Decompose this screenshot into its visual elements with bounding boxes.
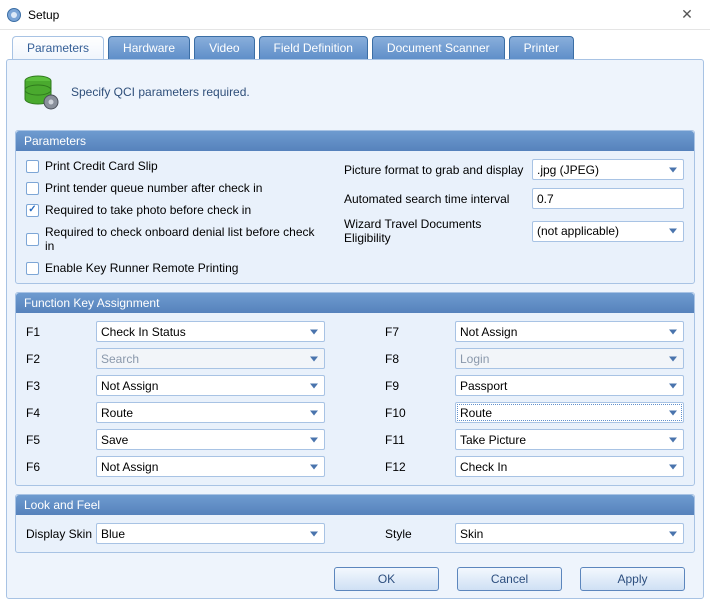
tab-strip: Parameters Hardware Video Field Definiti…: [0, 30, 710, 59]
checkbox-icon[interactable]: [26, 204, 39, 217]
dialog-button-row: OK Cancel Apply: [15, 561, 695, 597]
check-label: Required to check onboard denial list be…: [45, 225, 326, 253]
close-icon[interactable]: ✕: [672, 6, 702, 23]
fkey-label-f8: F8: [385, 352, 455, 366]
select-f7[interactable]: Not Assign: [455, 321, 684, 342]
checkbox-icon[interactable]: [26, 233, 39, 246]
section-function-keys: Function Key Assignment F1 Check In Stat…: [15, 292, 695, 486]
checkbox-icon[interactable]: [26, 160, 39, 173]
check-onboard-denial[interactable]: Required to check onboard denial list be…: [26, 225, 326, 253]
section-parameters: Parameters Print Credit Card Slip Print …: [15, 130, 695, 284]
select-display-skin[interactable]: Blue: [96, 523, 325, 544]
section-title-fkeys: Function Key Assignment: [16, 293, 694, 313]
ok-button[interactable]: OK: [334, 567, 439, 591]
section-title-parameters: Parameters: [16, 131, 694, 151]
database-icon: [21, 72, 61, 112]
check-print-credit-card-slip[interactable]: Print Credit Card Slip: [26, 159, 326, 173]
fkey-label-f3: F3: [26, 379, 96, 393]
select-f6[interactable]: Not Assign: [96, 456, 325, 477]
select-f5[interactable]: Save: [96, 429, 325, 450]
tab-video[interactable]: Video: [194, 36, 254, 59]
checkbox-icon[interactable]: [26, 262, 39, 275]
check-label: Enable Key Runner Remote Printing: [45, 261, 238, 275]
input-search-interval[interactable]: 0.7: [532, 188, 684, 209]
check-print-tender-queue[interactable]: Print tender queue number after check in: [26, 181, 326, 195]
label-display-skin: Display Skin: [26, 527, 96, 541]
fkey-label-f6: F6: [26, 460, 96, 474]
select-f4[interactable]: Route: [96, 402, 325, 423]
fkey-label-f4: F4: [26, 406, 96, 420]
cancel-button[interactable]: Cancel: [457, 567, 562, 591]
tab-field-definition[interactable]: Field Definition: [259, 36, 368, 59]
fkey-label-f2: F2: [26, 352, 96, 366]
description-text: Specify QCI parameters required.: [71, 85, 250, 99]
select-f9[interactable]: Passport: [455, 375, 684, 396]
select-f3[interactable]: Not Assign: [96, 375, 325, 396]
select-style[interactable]: Skin: [455, 523, 684, 544]
fkey-label-f12: F12: [385, 460, 455, 474]
apply-button[interactable]: Apply: [580, 567, 685, 591]
titlebar: Setup ✕: [0, 0, 710, 30]
label-search-interval: Automated search time interval: [344, 192, 524, 206]
fkey-label-f7: F7: [385, 325, 455, 339]
check-label: Required to take photo before check in: [45, 203, 251, 217]
fkey-label-f11: F11: [385, 433, 455, 447]
select-f2: Search: [96, 348, 325, 369]
label-wizard-travel-docs: Wizard Travel Documents Eligibility: [344, 217, 524, 245]
tab-printer[interactable]: Printer: [509, 36, 574, 59]
select-f1[interactable]: Check In Status: [96, 321, 325, 342]
select-f12[interactable]: Check In: [455, 456, 684, 477]
check-key-runner-remote[interactable]: Enable Key Runner Remote Printing: [26, 261, 326, 275]
select-f11[interactable]: Take Picture: [455, 429, 684, 450]
client-area: Specify QCI parameters required. Paramet…: [6, 59, 704, 599]
checkbox-icon[interactable]: [26, 182, 39, 195]
check-required-photo[interactable]: Required to take photo before check in: [26, 203, 326, 217]
select-wizard-travel-docs[interactable]: (not applicable): [532, 221, 684, 242]
app-icon: [6, 7, 22, 23]
check-label: Print Credit Card Slip: [45, 159, 158, 173]
section-look-and-feel: Look and Feel Display Skin Blue Style Sk…: [15, 494, 695, 553]
label-style: Style: [385, 527, 455, 541]
select-picture-format[interactable]: .jpg (JPEG): [532, 159, 684, 180]
window-title: Setup: [28, 8, 672, 22]
section-title-lookfeel: Look and Feel: [16, 495, 694, 515]
tab-document-scanner[interactable]: Document Scanner: [372, 36, 505, 59]
tab-parameters[interactable]: Parameters: [12, 36, 104, 59]
fkey-label-f9: F9: [385, 379, 455, 393]
fkey-label-f10: F10: [385, 406, 455, 420]
tab-hardware[interactable]: Hardware: [108, 36, 190, 59]
select-f10[interactable]: Route: [455, 402, 684, 423]
fkey-label-f1: F1: [26, 325, 96, 339]
description-row: Specify QCI parameters required.: [15, 68, 695, 122]
check-label: Print tender queue number after check in: [45, 181, 262, 195]
fkey-label-f5: F5: [26, 433, 96, 447]
label-picture-format: Picture format to grab and display: [344, 163, 524, 177]
select-f8: Login: [455, 348, 684, 369]
